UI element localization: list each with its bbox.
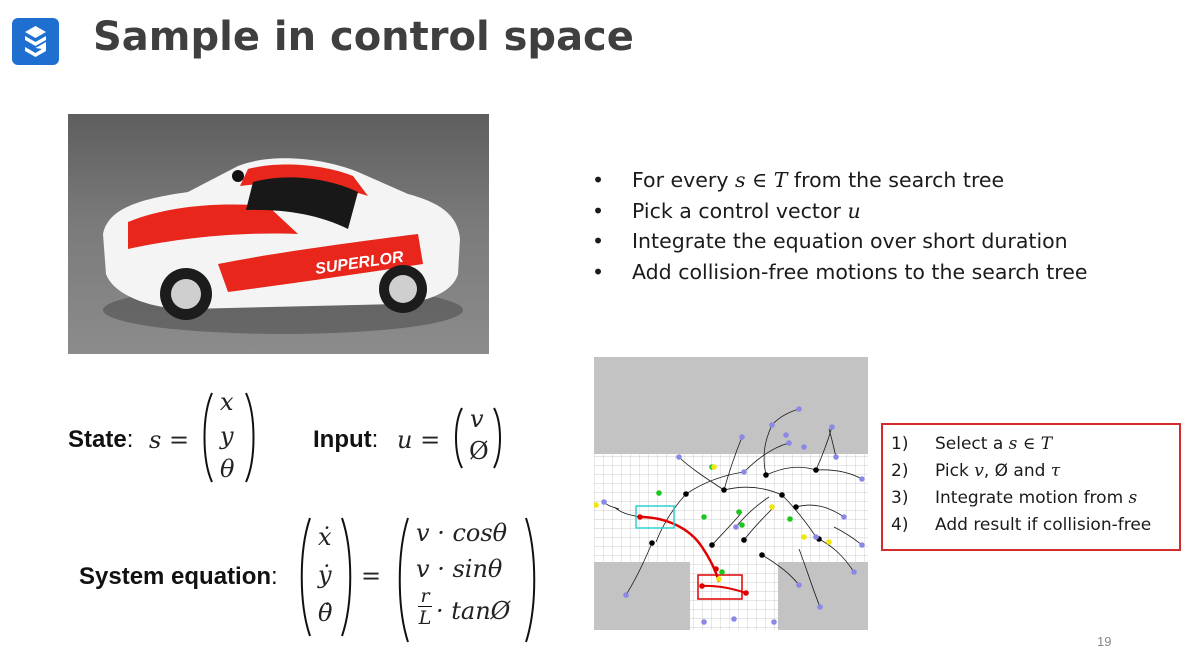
tree-node	[783, 432, 789, 438]
input-label: Input:	[313, 426, 379, 453]
system-rhs-vector: v · cosθ v · sinθ r L · tanØ	[396, 515, 538, 645]
steps-box: 1) Select a s ∈ T 2) Pick v, Ø and τ 3) Int…	[881, 423, 1181, 551]
tree-node	[859, 542, 865, 548]
tree-node	[769, 422, 775, 428]
state-vector: x y θ	[200, 388, 258, 485]
car-photo: SUPERLOR	[68, 114, 489, 354]
tree-node	[601, 499, 607, 505]
tree-node	[676, 454, 682, 460]
tree-node	[817, 604, 823, 610]
slide-title: Sample in control space	[93, 14, 634, 60]
tree-node	[859, 476, 865, 482]
tree-node	[826, 539, 832, 545]
tree-node	[736, 509, 742, 515]
obstacle	[594, 357, 868, 454]
system-equation-label: System equation:	[79, 563, 278, 590]
tree-node	[771, 619, 777, 625]
step-item: 2) Pick v, Ø and τ	[891, 461, 1061, 481]
step-item: 1) Select a s ∈ T	[891, 434, 1053, 454]
tree-node	[796, 406, 802, 412]
equals-sign: =	[361, 562, 382, 590]
bullet-list: For every s ∈ T from the search tree Pic…	[590, 165, 1087, 287]
tree-node	[779, 492, 785, 498]
tree-node	[733, 524, 739, 530]
state-label: State:	[68, 426, 134, 453]
tree-node	[813, 534, 819, 540]
company-logo	[12, 18, 59, 65]
tree-node	[701, 514, 707, 520]
input-vector: v Ø	[452, 405, 504, 471]
tree-node	[711, 464, 717, 470]
tree-node	[801, 444, 807, 450]
tree-node	[709, 542, 715, 548]
tree-node	[763, 472, 769, 478]
input-lhs: u =	[397, 426, 441, 454]
tree-node	[796, 582, 802, 588]
control-space-tree-diagram	[593, 357, 868, 630]
bullet-item: Add collision-free motions to the search…	[590, 257, 1087, 288]
tree-node	[793, 504, 799, 510]
state-lhs: s =	[149, 426, 190, 454]
tree-node	[716, 576, 722, 582]
tree-node	[739, 434, 745, 440]
tree-node	[656, 490, 662, 496]
tree-node	[741, 469, 747, 475]
tree-node	[739, 522, 745, 528]
path-node	[637, 514, 643, 520]
step-item: 3) Integrate motion from s	[891, 488, 1138, 508]
bullet-item: For every s ∈ T from the search tree	[590, 165, 1087, 196]
step-item: 4) Add result if collision-free	[891, 515, 1152, 535]
tree-node	[833, 454, 839, 460]
tree-node	[701, 619, 707, 625]
tree-node	[787, 516, 793, 522]
tree-node	[649, 540, 655, 546]
tree-node	[841, 514, 847, 520]
tree-node	[801, 534, 807, 540]
path-node	[743, 590, 749, 596]
tree-node	[786, 440, 792, 446]
page-number: 19	[1097, 634, 1112, 649]
tree-node	[731, 616, 737, 622]
path-node	[699, 583, 705, 589]
fraction-r-over-l: r L	[418, 585, 432, 629]
tree-node	[683, 491, 689, 497]
path-node	[713, 566, 719, 572]
tree-node	[623, 592, 629, 598]
tree-node	[769, 504, 775, 510]
tree-node	[759, 552, 765, 558]
tree-node	[719, 569, 725, 575]
derivative-vector: ẋ ẏ θ̇	[298, 515, 354, 639]
tree-node	[851, 569, 857, 575]
bullet-item: Integrate the equation over short durati…	[590, 226, 1087, 257]
bullet-item: Pick a control vector u	[590, 196, 1087, 227]
tree-node	[741, 537, 747, 543]
tree-node	[829, 424, 835, 430]
tree-node	[813, 467, 819, 473]
tree-node	[721, 487, 727, 493]
obstacle	[594, 562, 690, 630]
